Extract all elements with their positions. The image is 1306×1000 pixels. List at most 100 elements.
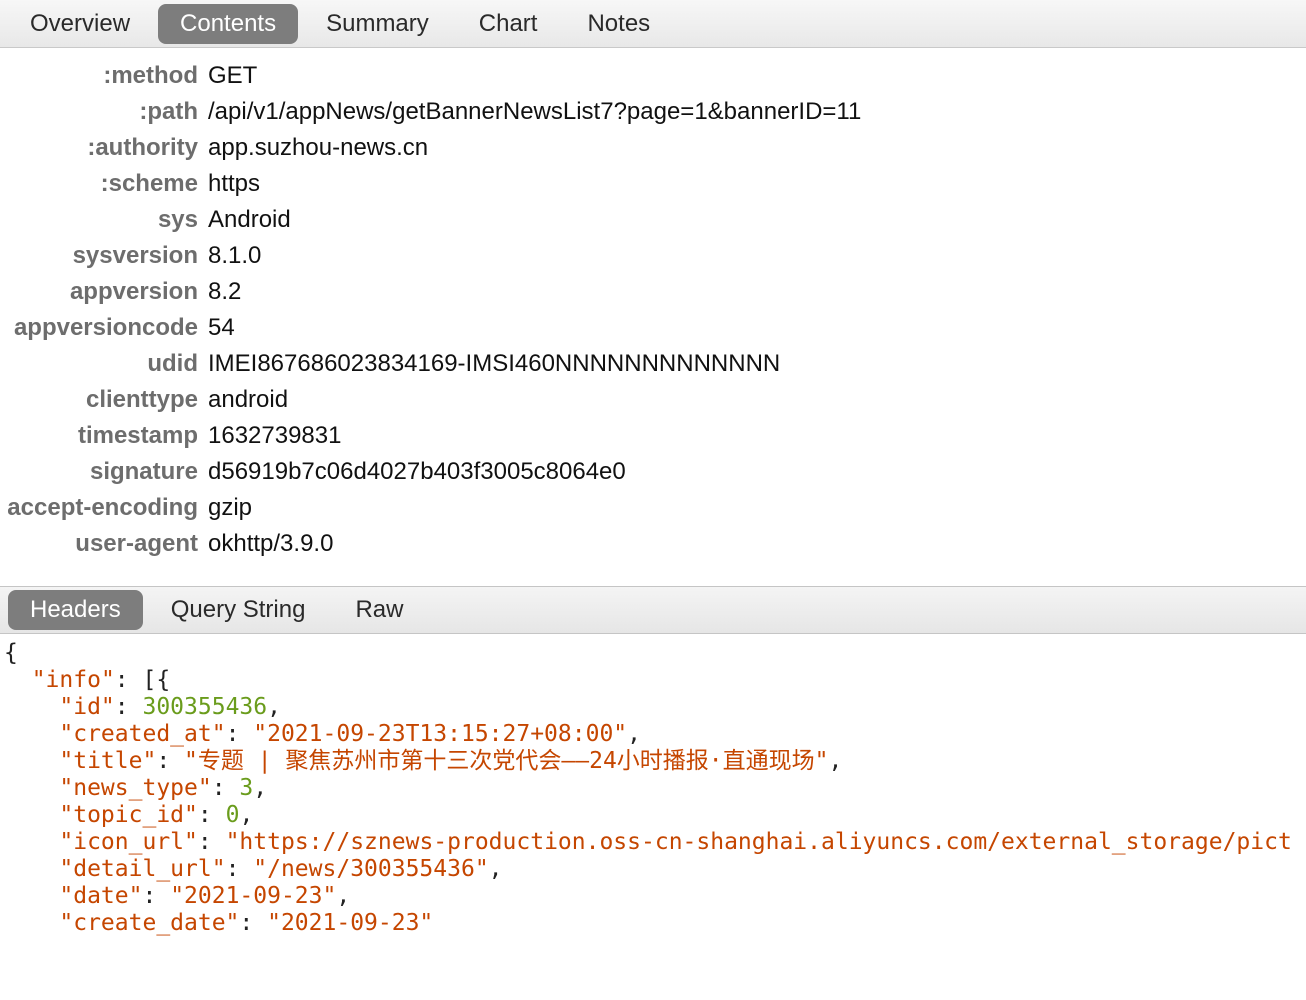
json-punct: :	[239, 910, 267, 936]
header-value: 8.2	[208, 274, 241, 310]
header-value: Android	[208, 202, 291, 238]
json-line: "created_at": "2021-09-23T13:15:27+08:00…	[4, 721, 1302, 748]
subtab-headers[interactable]: Headers	[8, 590, 143, 630]
header-key: user-agent	[4, 526, 208, 562]
json-value: "/news/300355436"	[253, 856, 488, 882]
json-indent	[4, 667, 32, 693]
json-punct: :	[142, 883, 170, 909]
header-value: GET	[208, 58, 257, 94]
top-tabbar: Overview Contents Summary Chart Notes	[0, 0, 1306, 48]
json-indent	[4, 775, 59, 801]
header-value: 8.1.0	[208, 238, 261, 274]
json-key: "create_date"	[59, 910, 239, 936]
json-line: "create_date": "2021-09-23"	[4, 910, 1302, 937]
header-value: android	[208, 382, 288, 418]
json-punct: ,	[489, 856, 503, 882]
json-punct: ,	[627, 721, 641, 747]
json-key: "topic_id"	[59, 802, 197, 828]
json-value: "https://sznews-production.oss-cn-shangh…	[226, 829, 1292, 855]
header-key: sysversion	[4, 238, 208, 274]
header-key: :scheme	[4, 166, 208, 202]
json-key: "news_type"	[59, 775, 211, 801]
json-value: 0	[226, 802, 240, 828]
json-key: "id"	[59, 694, 114, 720]
header-key: timestamp	[4, 418, 208, 454]
header-row: signatured56919b7c06d4027b403f3005c8064e…	[4, 454, 1302, 490]
header-value: okhttp/3.9.0	[208, 526, 333, 562]
header-row: clienttypeandroid	[4, 382, 1302, 418]
json-indent	[4, 856, 59, 882]
subtab-query-string[interactable]: Query String	[149, 590, 328, 630]
json-punct: ,	[239, 802, 253, 828]
header-row: :schemehttps	[4, 166, 1302, 202]
response-subtabbar: Headers Query String Raw	[0, 586, 1306, 634]
json-punct: :	[226, 721, 254, 747]
json-value: "2021-09-23"	[267, 910, 433, 936]
header-row: :authorityapp.suzhou-news.cn	[4, 130, 1302, 166]
json-punct: : [{	[115, 667, 170, 693]
json-value: 300355436	[142, 694, 267, 720]
header-key: signature	[4, 454, 208, 490]
header-value: https	[208, 166, 260, 202]
json-punct: ,	[253, 775, 267, 801]
json-line: "topic_id": 0,	[4, 802, 1302, 829]
json-line: "news_type": 3,	[4, 775, 1302, 802]
json-key: "detail_url"	[59, 856, 225, 882]
header-row: accept-encodinggzip	[4, 490, 1302, 526]
header-row: user-agentokhttp/3.9.0	[4, 526, 1302, 562]
json-punct: ,	[267, 694, 281, 720]
header-value: IMEI867686023834169-IMSI460NNNNNNNNNNNNN	[208, 346, 780, 382]
json-key: "date"	[59, 883, 142, 909]
json-key: "info"	[32, 667, 115, 693]
json-punct: :	[156, 748, 184, 774]
header-key: clienttype	[4, 382, 208, 418]
response-body[interactable]: { "info": [{ "id": 300355436, "created_a…	[0, 634, 1306, 943]
json-indent	[4, 748, 59, 774]
header-value: 1632739831	[208, 418, 341, 454]
tab-notes[interactable]: Notes	[565, 4, 672, 44]
json-punct: :	[212, 775, 240, 801]
json-indent	[4, 883, 59, 909]
header-key: :path	[4, 94, 208, 130]
json-value: "2021-09-23"	[170, 883, 336, 909]
header-row: sysversion8.1.0	[4, 238, 1302, 274]
header-row: :methodGET	[4, 58, 1302, 94]
json-indent	[4, 694, 59, 720]
tab-chart[interactable]: Chart	[457, 4, 560, 44]
tab-summary[interactable]: Summary	[304, 4, 451, 44]
json-line: "icon_url": "https://sznews-production.o…	[4, 829, 1302, 856]
json-key: "title"	[59, 748, 156, 774]
header-row: udidIMEI867686023834169-IMSI460NNNNNNNNN…	[4, 346, 1302, 382]
json-value: "2021-09-23T13:15:27+08:00"	[253, 721, 627, 747]
subtab-raw[interactable]: Raw	[333, 590, 425, 630]
json-punct: ,	[829, 748, 843, 774]
json-punct: :	[226, 856, 254, 882]
json-line: "id": 300355436,	[4, 694, 1302, 721]
header-key: udid	[4, 346, 208, 382]
json-punct: :	[115, 694, 143, 720]
json-indent	[4, 721, 59, 747]
json-indent	[4, 910, 59, 936]
json-punct: :	[198, 829, 226, 855]
header-row: timestamp1632739831	[4, 418, 1302, 454]
json-indent	[4, 802, 59, 828]
tab-overview[interactable]: Overview	[8, 4, 152, 44]
header-row: appversioncode54	[4, 310, 1302, 346]
json-line: "info": [{	[4, 667, 1302, 694]
json-brace: {	[4, 640, 18, 666]
json-line: {	[4, 640, 1302, 667]
header-key: :method	[4, 58, 208, 94]
json-value: "专题 | 聚焦苏州市第十三次党代会——24小时播报·直通现场"	[184, 748, 828, 774]
request-headers-panel: :methodGET:path/api/v1/appNews/getBanner…	[0, 48, 1306, 586]
header-key: accept-encoding	[4, 490, 208, 526]
header-key: sys	[4, 202, 208, 238]
json-line: "detail_url": "/news/300355436",	[4, 856, 1302, 883]
json-line: "title": "专题 | 聚焦苏州市第十三次党代会——24小时播报·直通现场…	[4, 748, 1302, 775]
json-indent	[4, 829, 59, 855]
header-key: :authority	[4, 130, 208, 166]
header-value: d56919b7c06d4027b403f3005c8064e0	[208, 454, 626, 490]
header-value: gzip	[208, 490, 252, 526]
tab-contents[interactable]: Contents	[158, 4, 298, 44]
header-value: app.suzhou-news.cn	[208, 130, 428, 166]
json-key: "created_at"	[59, 721, 225, 747]
